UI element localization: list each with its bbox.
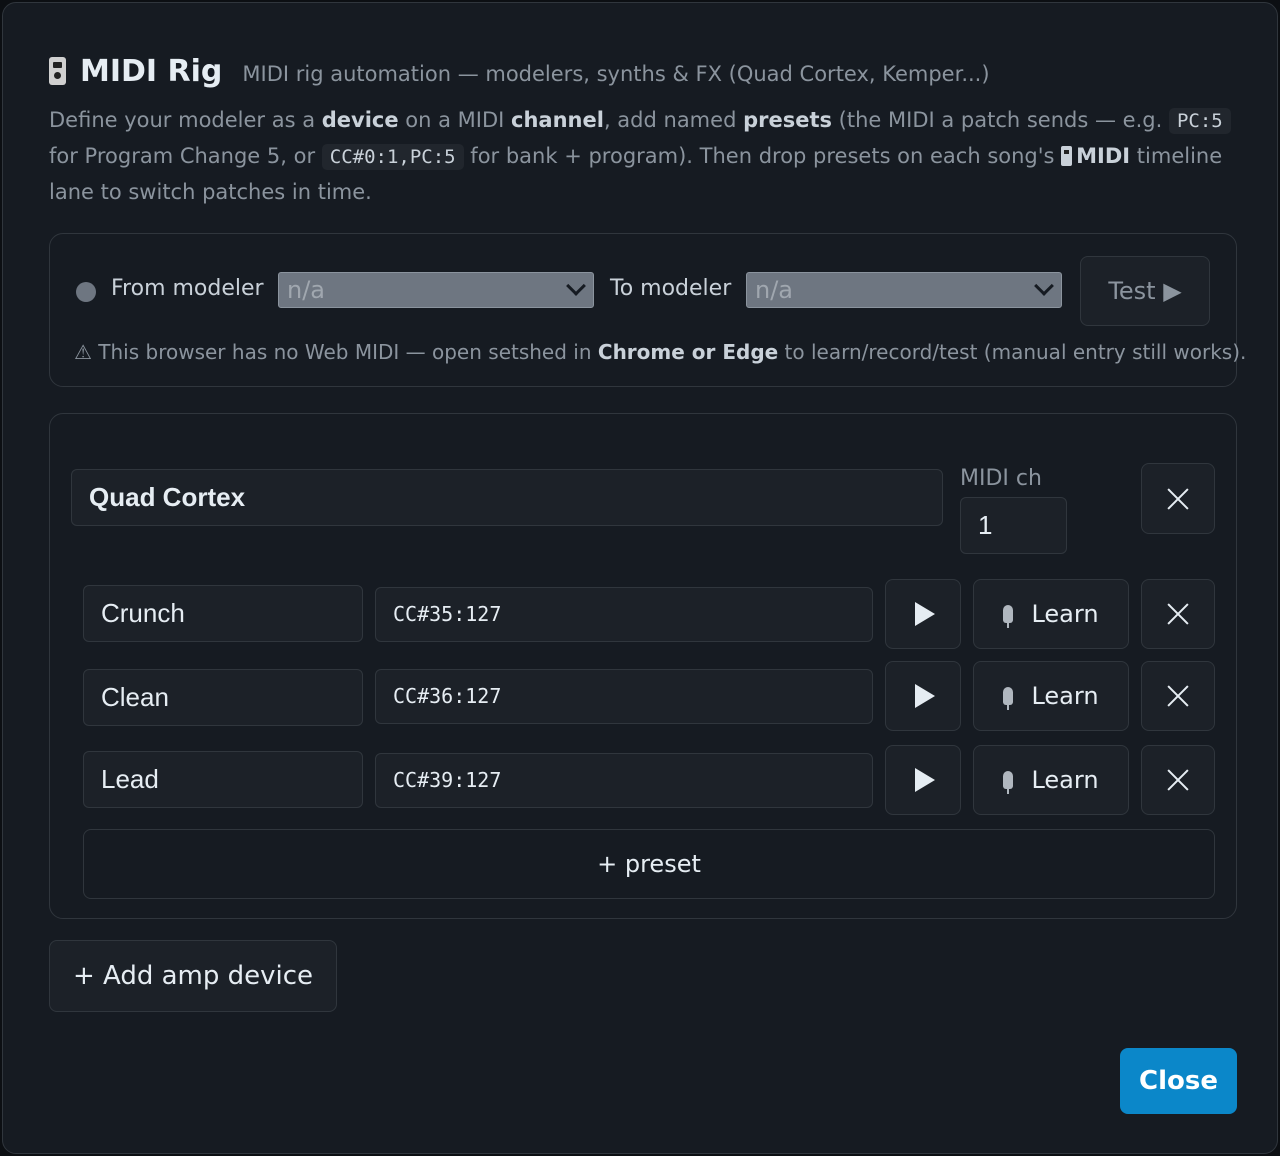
play-icon (915, 602, 935, 626)
to-modeler-select[interactable]: n/a (746, 272, 1062, 308)
learn-button[interactable]: Learn (973, 579, 1129, 649)
from-modeler-label: From modeler (111, 276, 264, 301)
status-dot-icon (76, 282, 96, 302)
from-modeler-select[interactable]: n/a (278, 272, 594, 308)
web-midi-warning: ⚠ This browser has no Web MIDI — open se… (74, 340, 1247, 364)
close-icon (1166, 602, 1190, 626)
preset-midi-input[interactable]: CC#35:127 (375, 587, 873, 642)
add-amp-device-button[interactable]: + Add amp device (49, 940, 337, 1012)
learn-button[interactable]: Learn (973, 661, 1129, 731)
chevron-down-icon (566, 276, 586, 296)
preset-name-input[interactable]: Clean (83, 669, 363, 726)
play-icon (915, 684, 935, 708)
chevron-down-icon (1034, 276, 1054, 296)
play-preset-button[interactable] (885, 745, 961, 815)
play-preset-button[interactable] (885, 661, 961, 731)
midi-io-panel: From modeler n/a To modeler n/a Test ▶ ⚠… (49, 233, 1246, 387)
code-example-bank: CC#0:1,PC:5 (321, 144, 464, 170)
play-icon (915, 768, 935, 792)
device-name-input[interactable]: Quad Cortex (71, 469, 943, 526)
microphone-icon (1003, 605, 1014, 628)
preset-name-input[interactable]: Lead (83, 751, 363, 808)
close-icon (1166, 487, 1190, 511)
remove-preset-button[interactable] (1141, 745, 1215, 815)
midi-channel-label: MIDI ch (960, 466, 1042, 491)
midi-rig-dialog: MIDI Rig MIDI rig automation — modelers,… (2, 2, 1278, 1154)
remove-device-button[interactable] (1141, 463, 1215, 534)
add-preset-button[interactable]: + preset (83, 829, 1215, 899)
remove-preset-button[interactable] (1141, 661, 1215, 731)
midi-icon (1061, 146, 1073, 166)
play-preset-button[interactable] (885, 579, 961, 649)
title-row: MIDI Rig MIDI rig automation — modelers,… (49, 53, 990, 89)
page-title: MIDI Rig (80, 54, 223, 89)
midi-device-icon (49, 57, 66, 85)
description: Define your modeler as a device on a MID… (49, 103, 1239, 210)
page-subtitle: MIDI rig automation — modelers, synths &… (242, 62, 990, 86)
microphone-icon (1003, 687, 1014, 710)
learn-button[interactable]: Learn (973, 745, 1129, 815)
close-icon (1166, 768, 1190, 792)
preset-name-input[interactable]: Crunch (83, 585, 363, 642)
preset-midi-input[interactable]: CC#39:127 (375, 753, 873, 808)
close-button[interactable]: Close (1120, 1048, 1237, 1114)
to-modeler-label: To modeler (610, 276, 732, 301)
remove-preset-button[interactable] (1141, 579, 1215, 649)
code-example-pc: PC:5 (1168, 108, 1231, 134)
device-card: Quad Cortex MIDI ch 1 Crunch CC#35:127 L… (49, 413, 1237, 919)
test-button[interactable]: Test ▶ (1080, 256, 1210, 326)
preset-midi-input[interactable]: CC#36:127 (375, 669, 873, 724)
close-icon (1166, 684, 1190, 708)
midi-channel-input[interactable]: 1 (960, 497, 1067, 554)
microphone-icon (1003, 771, 1014, 794)
